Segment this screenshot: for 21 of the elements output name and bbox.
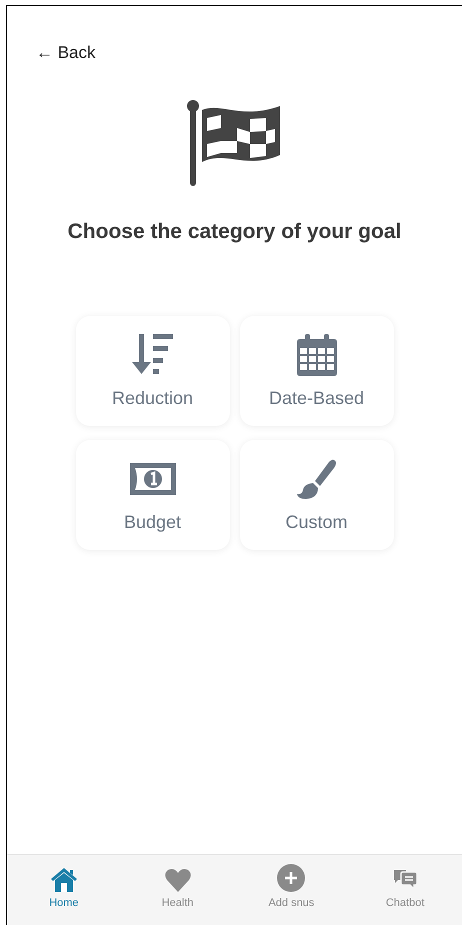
- heart-icon: [164, 868, 191, 892]
- category-label: Reduction: [112, 387, 194, 410]
- page-title: Choose the category of your goal: [66, 219, 402, 245]
- category-label: Date-Based: [268, 387, 364, 410]
- category-card[interactable]: Reduction: [76, 316, 230, 426]
- home-icon: [50, 866, 78, 892]
- category-card[interactable]: Date-Based: [240, 316, 394, 426]
- category-label: Budget: [124, 511, 182, 534]
- category-card[interactable]: Custom: [240, 440, 394, 550]
- plus-circle-icon: [277, 864, 306, 892]
- sort-descending-icon: [132, 334, 174, 376]
- back-link[interactable]: ← Back: [36, 40, 96, 66]
- tab-item[interactable]: Home: [7, 855, 121, 911]
- paintbrush-icon: [296, 458, 338, 500]
- category-label: Custom: [285, 511, 348, 534]
- category-card[interactable]: Budget: [76, 440, 230, 550]
- tab-item[interactable]: Chatbot: [348, 855, 462, 911]
- calendar-icon: [296, 334, 336, 376]
- banknote-icon: [130, 463, 176, 495]
- tab-item[interactable]: Health: [120, 855, 234, 911]
- tab-item[interactable]: Add snus: [234, 855, 348, 911]
